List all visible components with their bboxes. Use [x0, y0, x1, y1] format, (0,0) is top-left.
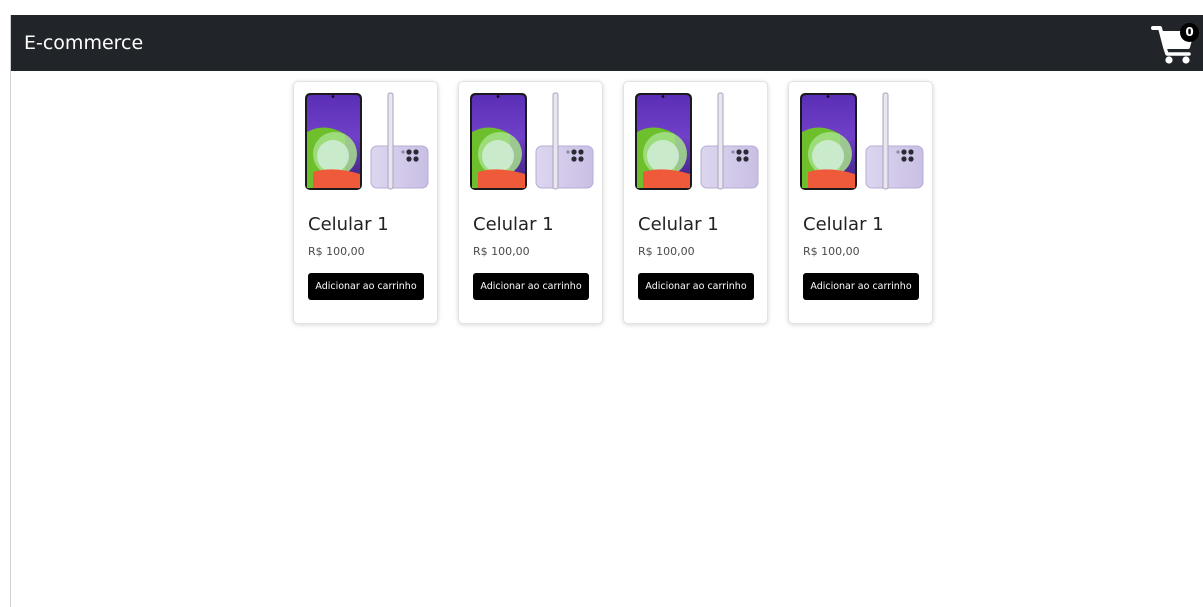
product-list: Celular 1 R$ 100,00 Adicionar ao carrinh…	[293, 81, 933, 324]
window-left-border	[10, 15, 11, 607]
product-image	[635, 92, 760, 192]
product-card: Celular 1 R$ 100,00 Adicionar ao carrinh…	[458, 81, 603, 324]
add-to-cart-button[interactable]: Adicionar ao carrinho	[473, 273, 589, 300]
product-card: Celular 1 R$ 100,00 Adicionar ao carrinh…	[293, 81, 438, 324]
cart-button[interactable]: 0	[1151, 15, 1203, 71]
add-to-cart-button[interactable]: Adicionar ao carrinho	[308, 273, 424, 300]
product-title: Celular 1	[803, 214, 884, 235]
product-title: Celular 1	[308, 214, 389, 235]
product-price: R$ 100,00	[638, 245, 695, 258]
product-image	[305, 92, 430, 192]
product-image	[470, 92, 595, 192]
brand-link[interactable]: E-commerce	[24, 32, 143, 54]
product-price: R$ 100,00	[308, 245, 365, 258]
product-image	[800, 92, 925, 192]
product-price: R$ 100,00	[473, 245, 530, 258]
product-title: Celular 1	[473, 214, 554, 235]
product-title: Celular 1	[638, 214, 719, 235]
product-card: Celular 1 R$ 100,00 Adicionar ao carrinh…	[788, 81, 933, 324]
cart-count-badge: 0	[1180, 23, 1199, 42]
add-to-cart-button[interactable]: Adicionar ao carrinho	[803, 273, 919, 300]
product-card: Celular 1 R$ 100,00 Adicionar ao carrinh…	[623, 81, 768, 324]
navbar: E-commerce 0	[11, 15, 1203, 71]
window-top-margin	[0, 0, 1203, 15]
add-to-cart-button[interactable]: Adicionar ao carrinho	[638, 273, 754, 300]
product-price: R$ 100,00	[803, 245, 860, 258]
